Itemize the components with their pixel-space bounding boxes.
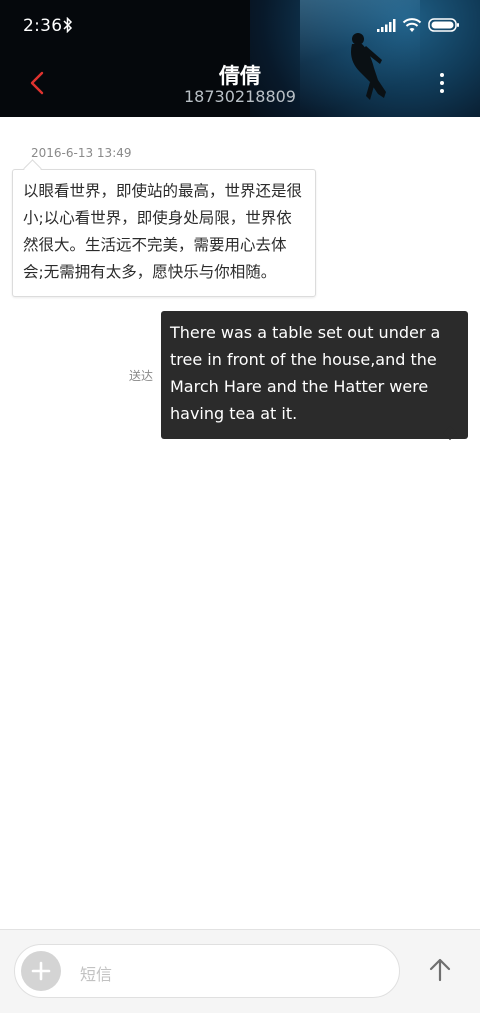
composer-bar: 短信 bbox=[0, 929, 480, 1013]
message-timestamp: 2016-6-13 13:49 bbox=[31, 146, 132, 160]
incoming-message-bubble[interactable]: 以眼看世界，即使站的最高，世界还是很小;以心看世界，即使身处局限，世界依然很大。… bbox=[12, 169, 316, 297]
more-menu-icon[interactable] bbox=[433, 71, 451, 95]
plus-icon bbox=[31, 961, 51, 981]
delivery-status: 送达 bbox=[129, 369, 154, 383]
message-input-placeholder: 短信 bbox=[80, 965, 113, 984]
status-time: 2:36 bbox=[23, 16, 63, 36]
conversation-header: 2:36 倩倩 18730218809 bbox=[0, 0, 480, 117]
status-bar: 2:36 bbox=[0, 0, 480, 52]
battery-icon bbox=[428, 18, 459, 32]
messaging-screen: 2:36 倩倩 18730218809 2016-6-13 13:49 以眼看世… bbox=[0, 0, 480, 1013]
message-input[interactable]: 短信 bbox=[14, 944, 400, 998]
wifi-icon bbox=[402, 18, 422, 32]
signal-icon bbox=[377, 19, 396, 32]
outgoing-message-bubble[interactable]: There was a table set out under a tree i… bbox=[161, 311, 468, 439]
bluetooth-icon bbox=[63, 17, 73, 33]
add-attachment-button[interactable] bbox=[21, 951, 61, 991]
contact-name: 倩倩 bbox=[219, 64, 261, 88]
contact-number: 18730218809 bbox=[184, 87, 296, 106]
send-arrow-up-icon[interactable] bbox=[424, 954, 456, 986]
